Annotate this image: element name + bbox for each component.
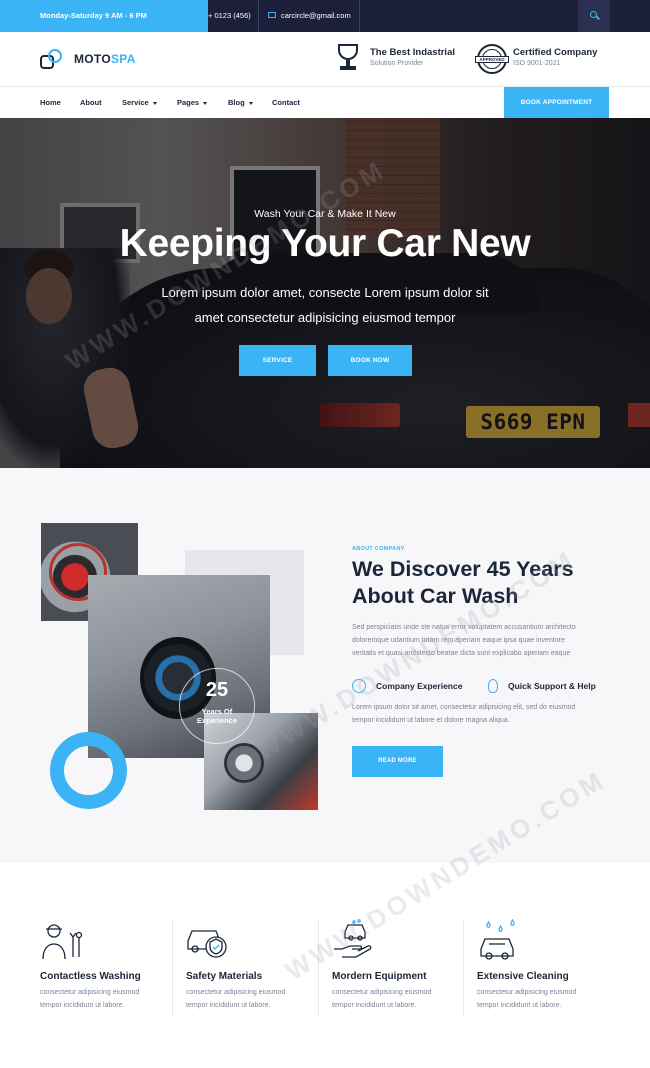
feature-title: Extensive Cleaning (477, 971, 569, 982)
award-title: The Best Indastrial (370, 47, 455, 58)
worker-tools-icon (42, 924, 83, 960)
feature-company-experience: Company Experience (352, 678, 462, 695)
feature-title: Contactless Washing (40, 971, 141, 982)
trophy-icon (334, 42, 362, 74)
hero-subtitle: Lorem ipsum dolor amet, consecte Lorem i… (161, 285, 489, 300)
feature-title: Safety Materials (186, 971, 263, 982)
experience-icon (352, 678, 366, 693)
hero-title: Keeping Your Car New (119, 222, 531, 265)
about-heading: About Car Wash (352, 584, 519, 608)
mail-icon (268, 12, 276, 19)
email-text[interactable]: carcircle@gmail.com (281, 11, 351, 20)
chevron-down-icon (152, 101, 157, 105)
section-tag: ABOUT COMPANY (352, 546, 405, 552)
topbar-divider (258, 0, 259, 32)
award-subtitle: ISO 9001-2021 (513, 60, 561, 67)
nav-item-home[interactable]: Home (40, 87, 61, 118)
topbar-divider (359, 0, 360, 32)
about-paragraph: doloremque udantium totam rem aperiam ea… (352, 637, 565, 644)
feature-card: Safety Materials consectetur adipisicing… (186, 919, 326, 1019)
book-now-button[interactable]: BOOK NOW (328, 345, 412, 376)
hand-car-icon (334, 919, 372, 958)
experience-label: Experience (196, 716, 238, 725)
feature-desc: tempor incididunt ut labore. (477, 1002, 562, 1009)
feature-desc: consectetur adipisicing eiusmod (186, 989, 286, 996)
feature-card: Contactless Washing consectetur adipisic… (40, 919, 180, 1019)
read-more-button[interactable]: READ MORE (352, 746, 443, 777)
book-appointment-button[interactable]: BOOK APPOINTMENT (504, 87, 609, 118)
approved-seal-icon: APPROVED (475, 42, 509, 74)
award-title: Certified Company (513, 47, 598, 58)
logo-mark-icon (40, 47, 66, 73)
feature-card: Mordern Equipment consectetur adipisicin… (332, 919, 472, 1019)
feature-desc: tempor incididunt ut labore. (332, 1002, 417, 1009)
nav-item-service[interactable]: Service (122, 87, 157, 118)
phone-number[interactable]: + 0123 (456) 789 (208, 0, 258, 52)
service-button[interactable]: SERVICE (239, 345, 316, 376)
feature-desc: consectetur adipisicing eiusmod (477, 989, 577, 996)
business-hours: Monday-Saturday 9 AM - 6 PM (0, 0, 208, 32)
about-paragraph: tempor incididunt ut labore et dolore ma… (352, 717, 510, 724)
email-contact[interactable]: carcircle@gmail.com (268, 0, 351, 32)
feature-title: Mordern Equipment (332, 971, 427, 982)
feature-divider (172, 919, 173, 1017)
feature-card: Extensive Cleaning consectetur adipisici… (477, 919, 617, 1019)
feature-divider (318, 919, 319, 1017)
decorative-ring (50, 732, 127, 809)
search-icon-handle (596, 15, 600, 20)
nav-item-contact[interactable]: Contact (272, 87, 300, 118)
experience-number: 25 (205, 679, 229, 701)
car-shield-icon (187, 930, 227, 958)
nav-item-pages[interactable]: Pages (177, 87, 208, 118)
feature-divider (463, 919, 464, 1017)
about-paragraph: veritatis et quasi architecto beatae dic… (352, 650, 571, 657)
about-heading: We Discover 45 Years (352, 557, 574, 581)
hero-subtitle: amet consectetur adipisicing eiusmod tem… (194, 310, 456, 325)
main-nav: Home About Service Pages Blog Contact BO… (0, 87, 650, 118)
feature-desc: tempor incididunt ut labore. (40, 1002, 125, 1009)
brand-name: MOTOSPA (74, 52, 136, 66)
feature-desc: consectetur adipisicing eiusmod (332, 989, 432, 996)
top-bar: Monday-Saturday 9 AM - 6 PM + 0123 (456)… (0, 0, 650, 52)
features-section: Contactless Washing consectetur adipisic… (0, 863, 650, 1068)
hero-banner: S669 EPN Wash Your Car & Make It New Kee… (0, 118, 650, 468)
feature-quick-support: Quick Support & Help (488, 678, 596, 695)
experience-label: Years Of (201, 707, 233, 716)
chevron-down-icon (248, 101, 253, 105)
hero-eyebrow: Wash Your Car & Make It New (254, 208, 396, 220)
award-subtitle: Solution Provider (370, 60, 424, 67)
about-paragraph: Lorem ipsum dolor sit amet, consectetur … (352, 704, 576, 711)
search-button[interactable] (578, 0, 610, 32)
chevron-down-icon (203, 101, 208, 105)
feature-desc: tempor incididunt ut labore. (186, 1002, 271, 1009)
car-wash-icon (480, 919, 515, 960)
lightbulb-icon (488, 678, 498, 693)
nav-item-about[interactable]: About (80, 87, 102, 118)
feature-desc: consectetur adipisicing eiusmod (40, 989, 140, 996)
logo[interactable]: MOTOSPA (40, 47, 140, 73)
nav-item-blog[interactable]: Blog (228, 87, 253, 118)
site-header: MOTOSPA The Best Indastrial Solution Pro… (0, 32, 650, 87)
about-section: 25 Years Of Experience ABOUT COMPANY We … (0, 468, 650, 863)
about-paragraph: Sed perspiciatis unde ste natus error vo… (352, 624, 576, 631)
